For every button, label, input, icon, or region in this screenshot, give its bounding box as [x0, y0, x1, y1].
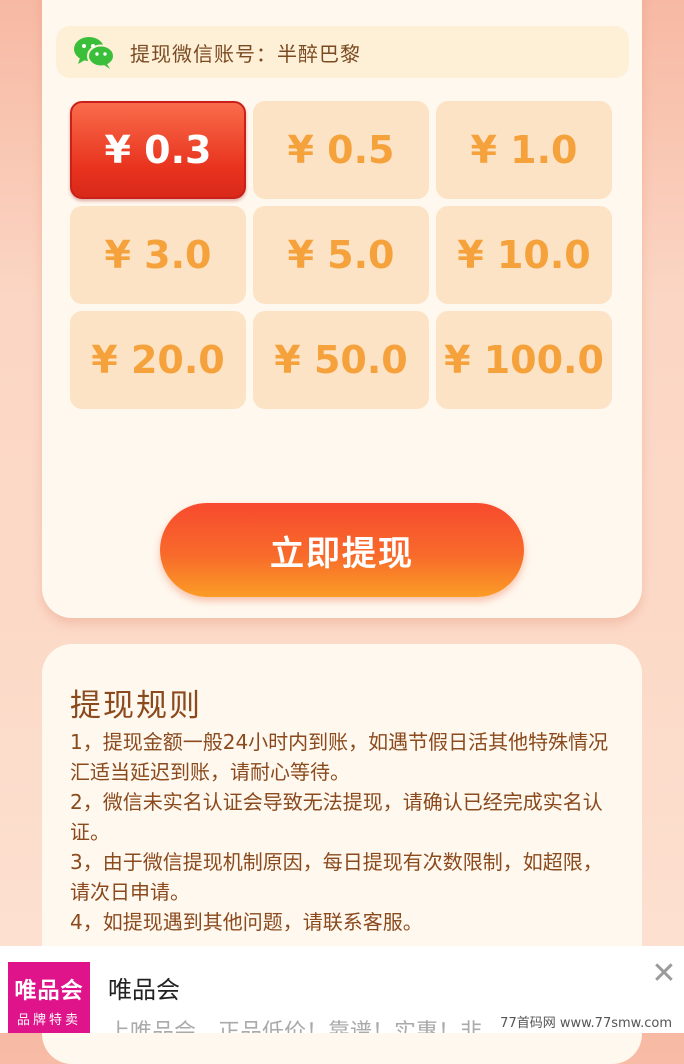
rule-item: 3，由于微信提现机制原因，每日提现有次数限制，如超限，请次日申请。 — [70, 850, 603, 904]
amount-option[interactable]: ¥ 20.0 — [70, 311, 246, 409]
ad-logo-name: 唯品会 — [14, 979, 84, 1004]
amount-option[interactable]: ¥ 100.0 — [436, 311, 612, 409]
amount-option[interactable]: ¥ 50.0 — [253, 311, 429, 409]
rules-title: 提现规则 — [70, 688, 202, 724]
withdraw-now-button[interactable]: 立即提现 — [160, 503, 524, 597]
amount-option[interactable]: ¥ 10.0 — [436, 206, 612, 304]
ad-description[interactable]: 上唯品会，正品低价！靠谱！实惠！非 — [108, 1014, 482, 1033]
amount-option[interactable]: ¥ 0.5 — [253, 101, 429, 199]
rule-item: 4，如提现遇到其他问题，请联系客服。 — [70, 910, 423, 934]
ad-logo-tagline: 品牌特卖 — [16, 1013, 81, 1028]
amount-option[interactable]: ¥ 3.0 — [70, 206, 246, 304]
rule-item: 2，微信未实名认证会导致无法提现，请确认已经完成实名认证。 — [70, 790, 603, 844]
ad-logo[interactable]: 唯品会 品牌特卖 — [8, 962, 90, 1033]
amount-option[interactable]: ¥ 0.3 — [70, 101, 246, 199]
wechat-account-label: 提现微信账号：半醉巴黎 — [130, 41, 361, 66]
rules-list: 1，提现金额一般24小时内到账，如遇节假日活其他特殊情况汇适当延迟到账，请耐心等… — [70, 727, 615, 937]
ad-title[interactable]: 唯品会 — [108, 970, 180, 1005]
close-icon[interactable]: ✕ — [650, 959, 678, 989]
amount-grid: ¥ 0.3 ¥ 0.5 ¥ 1.0 ¥ 3.0 ¥ 5.0 ¥ 10.0 ¥ 2… — [70, 101, 613, 409]
wechat-account-bar: 提现微信账号：半醉巴黎 — [56, 26, 629, 78]
watermark: 77首码网 www.77smw.com — [498, 1012, 674, 1031]
amount-option[interactable]: ¥ 1.0 — [436, 101, 612, 199]
wechat-icon — [72, 34, 116, 70]
ad-banner[interactable]: 唯品会 品牌特卖 唯品会 上唯品会，正品低价！靠谱！实惠！非 ✕ 77首码网 w… — [0, 946, 684, 1033]
amount-option[interactable]: ¥ 5.0 — [253, 206, 429, 304]
rule-item: 1，提现金额一般24小时内到账，如遇节假日活其他特殊情况汇适当延迟到账，请耐心等… — [70, 730, 609, 784]
